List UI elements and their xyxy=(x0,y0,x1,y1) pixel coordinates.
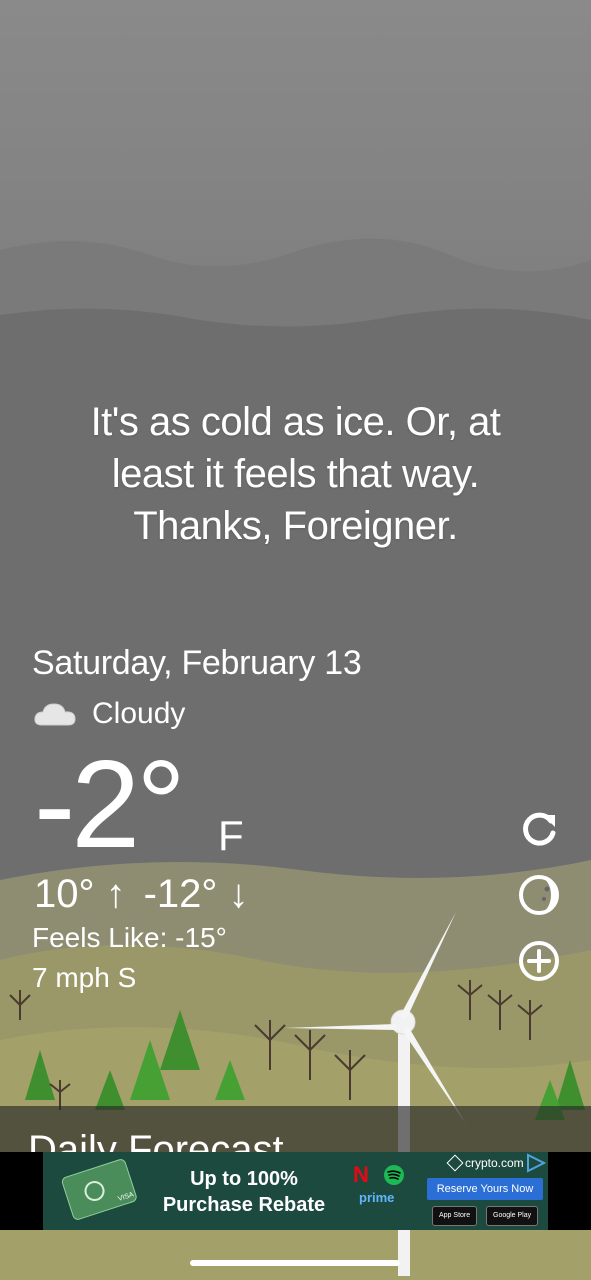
app-store-badge[interactable]: App Store xyxy=(432,1206,478,1226)
temperature-unit[interactable]: F xyxy=(218,812,244,860)
crypto-logo-icon xyxy=(446,1154,464,1172)
low-temperature: -12° ↓ xyxy=(143,872,249,916)
condition-label: Cloudy xyxy=(92,697,186,730)
moon-phase-icon xyxy=(519,875,559,915)
ad-headline: Up to 100% Purchase Rebate xyxy=(149,1166,339,1218)
quote-line-2: least it feels that way. xyxy=(111,452,480,496)
date-label: Saturday, February 13 xyxy=(32,644,362,682)
high-low-row: 10° ↑ -12° ↓ xyxy=(34,872,249,917)
add-location-button[interactable] xyxy=(516,938,562,984)
refresh-icon xyxy=(523,812,556,846)
home-indicator[interactable] xyxy=(190,1260,400,1266)
add-location-icon xyxy=(519,941,559,981)
wind-label: 7 mph S xyxy=(32,962,137,993)
ad-brand: crypto.com xyxy=(446,1154,524,1172)
quote-line-3: Thanks, Foreigner. xyxy=(133,504,458,548)
ad-creative[interactable]: VISA Up to 100% Purchase Rebate N prime … xyxy=(43,1152,548,1230)
spotify-logo-icon xyxy=(384,1165,404,1185)
weather-background-scene xyxy=(0,0,591,1280)
prime-logo: prime xyxy=(359,1190,395,1205)
ad-brand-label: crypto.com xyxy=(465,1156,524,1170)
quote-line-1: It's as cold as ice. Or, at xyxy=(90,400,501,444)
moon-phase-button[interactable] xyxy=(516,872,562,918)
google-play-badge[interactable]: Google Play xyxy=(486,1206,539,1226)
landscape-illustration xyxy=(0,238,591,1280)
condition-row: Cloudy xyxy=(32,694,185,734)
ad-headline-line-1: Up to 100% xyxy=(190,1168,298,1190)
weather-quote: It's as cold as ice. Or, at least it fee… xyxy=(40,396,551,552)
ad-cta-button[interactable]: Reserve Yours Now xyxy=(427,1178,543,1200)
feels-like-label: Feels Like: -15° xyxy=(32,922,227,953)
ad-choices-icon[interactable] xyxy=(524,1152,546,1174)
refresh-button[interactable] xyxy=(516,806,562,852)
high-temperature: 10° ↑ xyxy=(34,872,126,916)
netflix-logo-icon: N xyxy=(353,1162,369,1187)
credit-card-graphic: VISA xyxy=(61,1159,137,1220)
ad-headline-line-2: Purchase Rebate xyxy=(162,1194,326,1216)
ad-banner[interactable]: VISA Up to 100% Purchase Rebate N prime … xyxy=(0,1152,591,1230)
cloud-icon xyxy=(34,703,76,726)
current-temperature: -2° xyxy=(34,736,186,874)
